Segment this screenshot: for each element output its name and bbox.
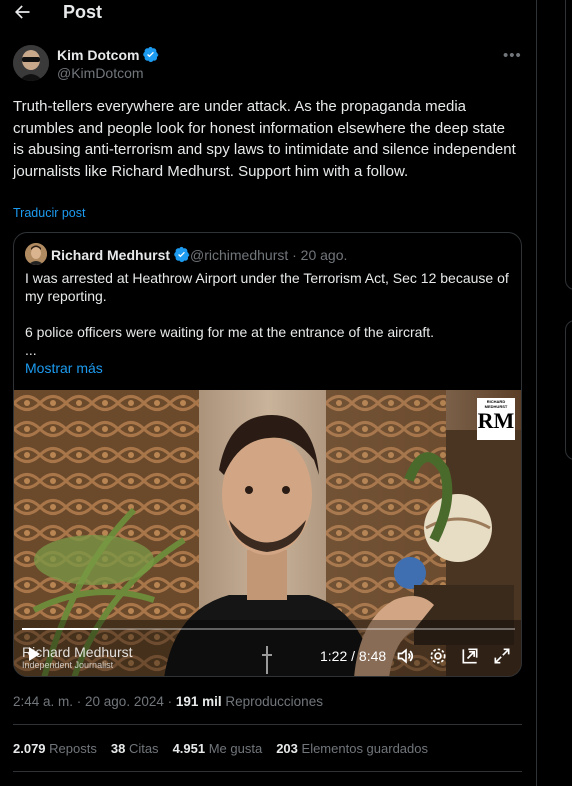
quoted-author-name[interactable]: Richard Medhurst xyxy=(51,246,190,263)
quoted-text: I was arrested at Heathrow Airport under… xyxy=(25,269,515,359)
show-more-link[interactable]: Mostrar más xyxy=(25,360,103,376)
page-title: Post xyxy=(63,2,103,22)
video-frame xyxy=(14,390,521,676)
fullscreen-icon[interactable] xyxy=(492,646,512,666)
cross-pendant xyxy=(262,646,272,674)
channel-logo-text: RM xyxy=(477,408,515,433)
more-options-icon[interactable]: ••• xyxy=(503,47,525,64)
volume-icon[interactable] xyxy=(396,646,416,666)
quoted-handle-date: @richimedhurst · 20 ago. xyxy=(190,247,348,263)
quoted-author-name-text: Richard Medhurst xyxy=(51,246,171,263)
post-text: Truth-tellers everywhere are under attac… xyxy=(13,98,516,180)
quoted-avatar[interactable] xyxy=(25,243,47,265)
verified-badge-icon xyxy=(143,46,159,63)
quoted-post[interactable]: Richard Medhurst @richimedhurst · 20 ago… xyxy=(13,232,522,677)
author-name[interactable]: Kim Dotcom xyxy=(57,46,159,63)
top-bar: Post xyxy=(0,0,536,24)
video-progress-fill xyxy=(22,628,99,630)
divider xyxy=(13,724,522,725)
post-meta: 2:44 a. m. · 20 ago. 2024 · 191 mil Repr… xyxy=(13,694,323,709)
channel-logo: RICHARD MEDHURST RM xyxy=(477,398,515,440)
video-player[interactable]: RICHARD MEDHURST RM Richard Medhurst Ind… xyxy=(14,390,521,676)
quoted-text-line: ... xyxy=(25,342,37,358)
avatar[interactable] xyxy=(13,45,49,81)
likes-stat[interactable]: 4.951 Me gusta xyxy=(173,741,263,756)
author-handle[interactable]: @KimDotcom xyxy=(57,65,144,81)
quotes-count: 38 xyxy=(110,741,126,756)
video-progress-track[interactable] xyxy=(22,628,515,630)
play-icon[interactable] xyxy=(26,646,42,662)
likes-label: Me gusta xyxy=(205,741,263,756)
right-sidebar-card xyxy=(565,0,572,290)
quoted-text-line: I was arrested at Heathrow Airport under… xyxy=(25,270,509,304)
divider xyxy=(13,771,522,772)
reposts-stat[interactable]: 2.079 Reposts xyxy=(13,741,97,756)
views-label: Reproducciones xyxy=(221,694,323,709)
video-time: 1:22 / 8:48 xyxy=(320,648,387,664)
author-name-text: Kim Dotcom xyxy=(57,46,140,63)
verified-badge-icon xyxy=(174,246,190,263)
picture-in-picture-icon[interactable] xyxy=(460,646,480,666)
reposts-label: Reposts xyxy=(45,741,97,756)
translate-link[interactable]: Traducir post xyxy=(13,206,85,220)
back-arrow-icon[interactable] xyxy=(12,2,32,22)
channel-logo-caption: RICHARD MEDHURST xyxy=(484,399,508,409)
post-column: Post Kim Dotcom @KimDotcom ••• Truth-tel… xyxy=(0,0,536,786)
column-divider xyxy=(536,0,537,786)
bookmarks-label: Elementos guardados xyxy=(297,741,428,756)
quotes-label: Citas xyxy=(125,741,159,756)
reposts-count: 2.079 xyxy=(13,741,46,756)
right-sidebar-card xyxy=(565,320,572,460)
likes-count: 4.951 xyxy=(172,741,206,756)
post-timestamp[interactable]: 2:44 a. m. · 20 ago. 2024 · xyxy=(13,694,176,709)
quotes-stat[interactable]: 38 Citas xyxy=(111,741,159,756)
bookmarks-stat[interactable]: 203 Elementos guardados xyxy=(276,741,428,756)
settings-gear-icon[interactable] xyxy=(428,646,448,666)
post-stats: 2.079 Reposts 38 Citas 4.951 Me gusta 20… xyxy=(13,741,442,756)
views-count: 191 mil xyxy=(175,694,222,709)
quoted-text-line: 6 police officers were waiting for me at… xyxy=(25,324,435,340)
bookmarks-count: 203 xyxy=(276,741,298,756)
